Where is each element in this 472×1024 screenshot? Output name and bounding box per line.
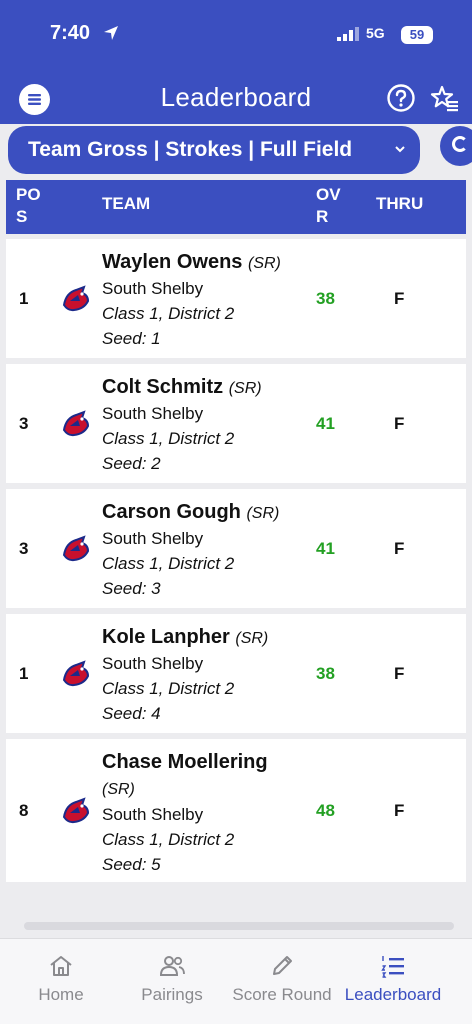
player-school: South Shelby bbox=[102, 404, 204, 423]
player-district: Class 1, District 2 bbox=[102, 554, 235, 573]
location-arrow-icon bbox=[104, 26, 118, 40]
player-seed: Seed: 3 bbox=[102, 579, 161, 598]
tab-label: Score Round bbox=[232, 985, 332, 1004]
status-bar: 7:40 5G 59 bbox=[0, 0, 472, 70]
player-info: Colt Schmitz (SR) South Shelby Class 1, … bbox=[102, 374, 312, 476]
signal-icon bbox=[337, 27, 359, 41]
cardinal-logo-icon bbox=[62, 797, 90, 824]
partial-icon bbox=[452, 136, 468, 152]
player-info: Waylen Owens (SR) South Shelby Class 1, … bbox=[102, 249, 312, 351]
filter-label: Team Gross | Strokes | Full Field bbox=[28, 138, 353, 161]
cut-off-text bbox=[24, 922, 454, 930]
row-position: 1 bbox=[19, 664, 29, 683]
row-thru: F bbox=[394, 539, 405, 558]
row-position: 8 bbox=[19, 801, 29, 820]
player-school: South Shelby bbox=[102, 529, 204, 548]
filter-dropdown[interactable]: Team Gross | Strokes | Full Field bbox=[8, 126, 420, 174]
row-position: 3 bbox=[19, 539, 29, 558]
battery-indicator: 59 bbox=[401, 26, 433, 44]
row-ovr: 38 bbox=[316, 289, 335, 308]
player-district: Class 1, District 2 bbox=[102, 830, 235, 849]
scroll-fade bbox=[0, 900, 472, 940]
player-name-line: Carson Gough (SR) bbox=[102, 499, 312, 527]
player-school: South Shelby bbox=[102, 279, 204, 298]
nav-bar: Leaderboard bbox=[0, 76, 472, 120]
player-class: (SR) bbox=[235, 630, 269, 647]
player-info: Kole Lanpher (SR) South Shelby Class 1, … bbox=[102, 624, 312, 726]
pencil-icon bbox=[273, 956, 292, 975]
player-name-line: Kole Lanpher (SR) bbox=[102, 624, 312, 652]
player-seed: Seed: 4 bbox=[102, 704, 161, 723]
player-name-line: Colt Schmitz (SR) bbox=[102, 374, 312, 402]
help-icon[interactable] bbox=[386, 83, 416, 113]
status-time: 7:40 bbox=[50, 22, 91, 44]
tab-bar: Home Pairings Score Round Leaderboard bbox=[0, 938, 472, 1024]
row-thru: F bbox=[394, 664, 405, 683]
player-name-line: Chase Moellering (SR) bbox=[102, 749, 302, 803]
favorites-list-icon[interactable] bbox=[430, 84, 460, 114]
player-name: Kole Lanpher bbox=[102, 626, 230, 648]
tab-leaderboard[interactable]: Leaderboard bbox=[338, 953, 448, 1005]
table-row[interactable]: 1 Kole Lanpher (SR) South Shelby Class 1… bbox=[6, 614, 466, 733]
row-thru: F bbox=[394, 414, 405, 433]
player-seed: Seed: 2 bbox=[102, 454, 161, 473]
cardinal-logo-icon bbox=[62, 410, 90, 437]
network-label: 5G bbox=[366, 25, 385, 41]
people-icon bbox=[159, 956, 185, 976]
row-ovr: 41 bbox=[316, 539, 335, 558]
player-class: (SR) bbox=[228, 380, 262, 397]
tab-label: Pairings bbox=[141, 985, 203, 1004]
top-bar: 7:40 5G 59 Leaderboard bbox=[0, 0, 472, 124]
header-ovr-line1: OV bbox=[316, 185, 341, 204]
row-position: 3 bbox=[19, 414, 29, 433]
row-ovr: 38 bbox=[316, 664, 335, 683]
player-class: (SR) bbox=[102, 781, 135, 798]
tab-label: Home bbox=[38, 985, 84, 1004]
table-row[interactable]: 3 Colt Schmitz (SR) South Shelby Class 1… bbox=[6, 364, 466, 483]
player-district: Class 1, District 2 bbox=[102, 429, 235, 448]
row-thru: F bbox=[394, 289, 405, 308]
table-header: PO S TEAM OV R THRU bbox=[6, 180, 466, 234]
list-icon bbox=[381, 956, 404, 978]
player-class: (SR) bbox=[246, 505, 280, 522]
tab-score-round[interactable]: Score Round bbox=[226, 953, 338, 1005]
player-name: Waylen Owens bbox=[102, 251, 243, 273]
home-icon bbox=[50, 956, 72, 976]
header-pos-line1: PO bbox=[16, 185, 41, 204]
header-ovr-line2: R bbox=[316, 207, 329, 226]
player-name: Carson Gough bbox=[102, 501, 241, 523]
header-thru[interactable]: THRU bbox=[376, 194, 423, 214]
cardinal-logo-icon bbox=[62, 660, 90, 687]
player-seed: Seed: 1 bbox=[102, 329, 161, 348]
tab-home[interactable]: Home bbox=[20, 953, 102, 1005]
cardinal-logo-icon bbox=[62, 535, 90, 562]
player-class: (SR) bbox=[247, 255, 281, 272]
secondary-filter-button[interactable] bbox=[440, 126, 472, 166]
chevron-down-icon bbox=[395, 146, 405, 153]
table-row[interactable]: 3 Carson Gough (SR) South Shelby Class 1… bbox=[6, 489, 466, 608]
table-row[interactable]: 1 Waylen Owens (SR) South Shelby Class 1… bbox=[6, 239, 466, 358]
header-pos[interactable]: PO S bbox=[16, 184, 50, 228]
player-school: South Shelby bbox=[102, 805, 204, 824]
row-ovr: 48 bbox=[316, 801, 335, 820]
table-row[interactable]: 8 Chase Moellering (SR) South Shelby Cla… bbox=[6, 739, 466, 882]
header-team[interactable]: TEAM bbox=[102, 194, 150, 214]
tab-pairings[interactable]: Pairings bbox=[132, 953, 212, 1005]
header-ovr[interactable]: OV R bbox=[316, 184, 350, 228]
player-info: Chase Moellering (SR) South Shelby Class… bbox=[102, 749, 302, 877]
player-name-line: Waylen Owens (SR) bbox=[102, 249, 312, 277]
player-name: Chase Moellering bbox=[102, 751, 268, 773]
row-position: 1 bbox=[19, 289, 29, 308]
row-thru: F bbox=[394, 801, 405, 820]
player-info: Carson Gough (SR) South Shelby Class 1, … bbox=[102, 499, 312, 601]
cardinal-logo-icon bbox=[62, 285, 90, 312]
tab-label: Leaderboard bbox=[344, 985, 442, 1004]
player-district: Class 1, District 2 bbox=[102, 679, 235, 698]
row-ovr: 41 bbox=[316, 414, 335, 433]
header-pos-line2: S bbox=[16, 207, 28, 226]
player-seed: Seed: 5 bbox=[102, 855, 161, 874]
player-name: Colt Schmitz bbox=[102, 376, 224, 398]
player-school: South Shelby bbox=[102, 654, 204, 673]
player-district: Class 1, District 2 bbox=[102, 304, 235, 323]
